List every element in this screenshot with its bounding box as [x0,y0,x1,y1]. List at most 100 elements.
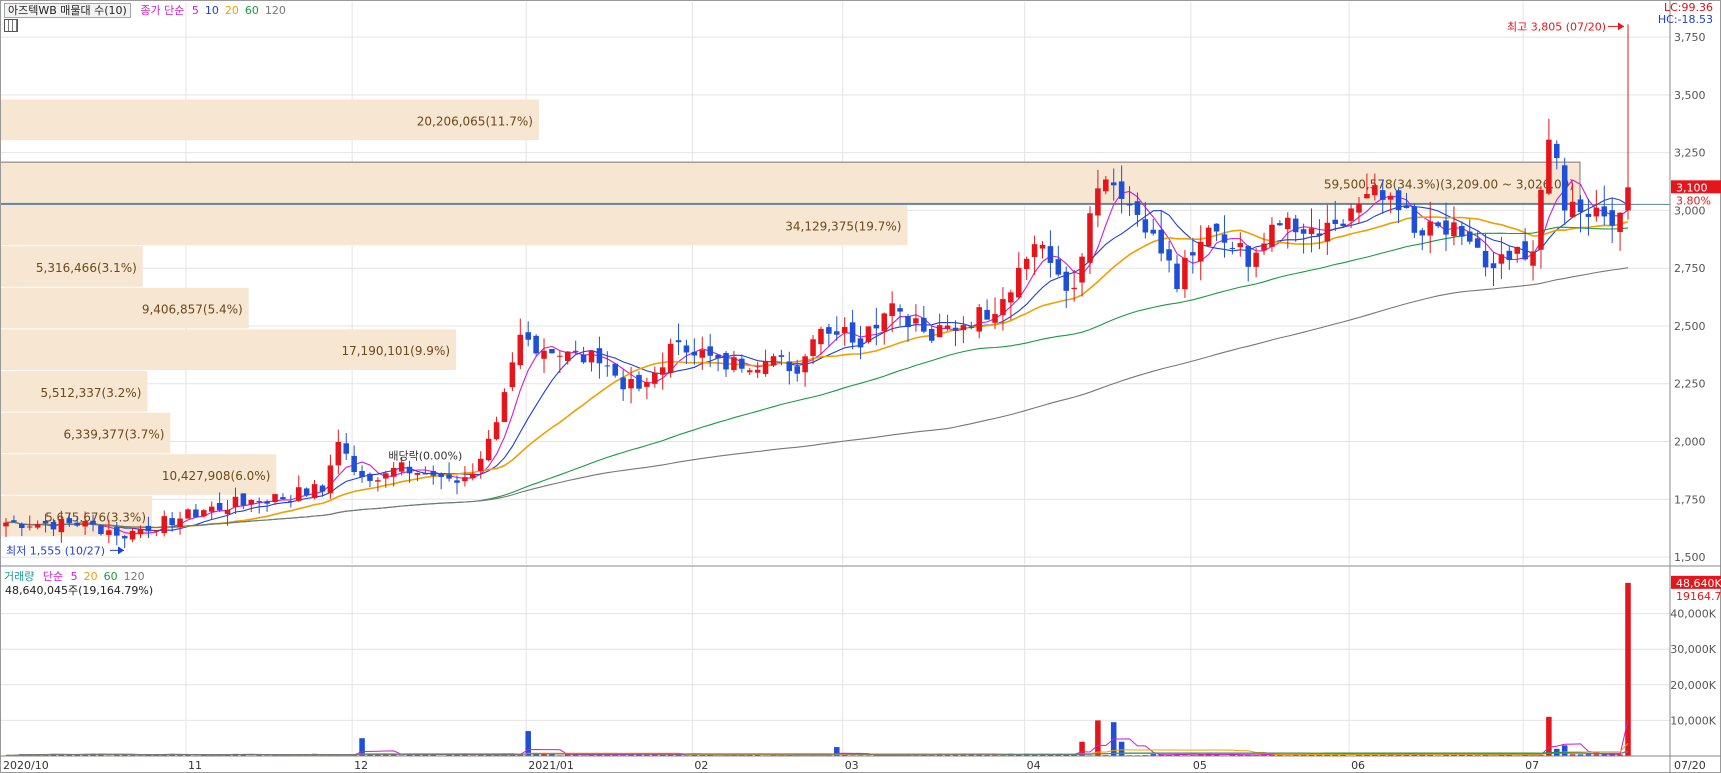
candle-body [1451,222,1457,237]
candle-body [177,518,183,528]
candle-body [1023,258,1030,269]
ma-legend-label: 종가 단순 [140,4,185,17]
stock-chart: 20,206,065(11.7%) 59,500,578(34.3%)(3,209… [0,0,1721,773]
date-label: 07/20 [1674,759,1706,772]
candle-body [1372,185,1378,196]
date-label: 02 [694,759,708,772]
candle-body [928,328,935,341]
candle-body [1261,243,1267,251]
candle-body [1554,143,1560,159]
candle-body [778,355,785,357]
candle-body [517,334,524,366]
candle-body [462,477,468,482]
candle-body [1411,206,1418,233]
candle-body [1015,267,1022,298]
candle-body [1427,221,1433,236]
ma-legend: 종가 단순 5 10 20 60 120 [140,4,291,17]
candle-body [897,308,903,312]
candle-body [1593,207,1600,217]
candle-body [66,518,73,524]
price-band-label: 9,406,857(5.4%) [142,303,243,317]
candle-body [26,526,33,528]
candle-body [1285,217,1291,230]
price-legend: 아즈텍WB 매물대 수(10) 종가 단순 5 10 20 60 120 [4,2,298,18]
candle-body [1546,139,1552,194]
candle-body [549,349,555,354]
candle-body [746,370,753,373]
ma-legend-20: 20 [224,4,239,17]
volume-bar [1561,745,1568,756]
candle-body [224,509,231,515]
candle-body [992,314,998,323]
candle-body [1316,233,1323,236]
candle-body [42,520,49,524]
candle-body [691,351,698,356]
candle-body [762,360,769,374]
candle-body [865,326,872,343]
candle-body [1348,208,1354,221]
candle-body [295,487,302,501]
candle-body [1158,229,1164,254]
candle-body [1506,250,1513,261]
volume-value: 48,640,045주(19,164.79%) [5,584,154,597]
price-tick-label: 2,500 [1674,320,1706,333]
candle-body [834,331,840,335]
candle-body [1538,189,1544,250]
candle-body [1617,212,1623,233]
current-price-change: 3.80% [1676,194,1711,207]
candle-body [477,458,484,471]
candle-body [731,357,737,371]
candle-body [533,335,539,354]
candle-body [739,358,745,369]
ex-dividend-annotation: 배당락(0.00%) [388,449,462,462]
candle-body [620,377,626,390]
candle-body [1419,230,1426,236]
candle-body [319,485,326,492]
candle-body [383,473,389,479]
candle-body [1190,252,1196,256]
candle-body [153,530,160,532]
candle-body [98,525,104,535]
candle-body [557,355,563,357]
candle-body [612,363,619,376]
candle-body [208,506,215,512]
candle-body [644,382,650,387]
price-band-label: 59,500,578(34.3%)(3,209.00 ~ 3,026.00) [1324,177,1574,191]
candle-body [984,309,990,320]
candle-body [913,318,919,324]
candle-body [580,354,587,363]
candle-body [1443,220,1449,235]
candle-body [1063,271,1070,291]
candle-body [849,322,856,343]
chart-title[interactable]: 아즈텍WB 매물대 수(10) [4,3,131,18]
candle-body [390,467,397,477]
low-annotation: 최저 1,555 (10/27) [6,544,105,557]
ma-legend-60: 60 [244,4,259,17]
candle-body [288,501,294,503]
grid-toggle-icon[interactable] [4,19,18,32]
candle-body [74,522,80,526]
candle-body [786,361,793,372]
candle-body [707,346,713,356]
high-annotation: 최고 3,805 (07/20) [1507,20,1606,33]
candle-body [137,529,144,535]
candle-body [129,530,136,540]
candle-body [1277,223,1283,226]
candle-body [248,500,255,505]
candle-body [944,325,951,329]
candle-body [525,332,531,340]
candle-body [1474,238,1481,248]
ma-legend-5: 5 [191,4,199,17]
date-label: 12 [354,759,368,772]
candle-body [1585,213,1592,217]
volume-tick-label: 30,000K [1670,643,1716,656]
date-label: 07 [1525,759,1539,772]
candle-body [3,522,9,527]
price-band-label: 6,339,377(3.7%) [64,427,165,441]
price-band-label: 17,190,101(9.9%) [341,344,450,358]
candle-body [1205,227,1212,247]
candle-body [1142,219,1149,233]
volume-bar [359,738,365,756]
candle-body [454,480,460,483]
candle-body [121,536,128,539]
